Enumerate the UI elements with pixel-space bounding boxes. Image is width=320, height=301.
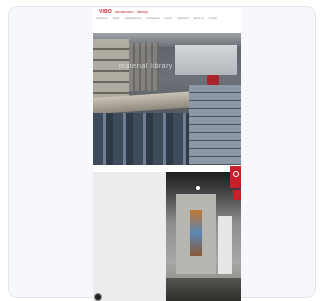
site-tagline: showroom · library (115, 9, 148, 14)
website-preview[interactable]: VIBO showroom · library showroom library… (93, 8, 241, 301)
photo-spotlight (196, 186, 200, 190)
side-tab-secondary[interactable] (233, 190, 241, 200)
hero-title: material library (119, 63, 173, 70)
site-nav: showroom library material library archit… (96, 17, 240, 21)
hero-image: material library (93, 33, 241, 165)
nav-item[interactable]: showroom (96, 17, 108, 21)
hero-drawers (189, 85, 241, 165)
gallery-photo (166, 172, 241, 301)
gallery-text-panel (93, 172, 166, 301)
share-tab[interactable] (230, 166, 241, 188)
site-header: VIBO showroom · library showroom library… (93, 8, 241, 33)
nav-item[interactable]: collections (177, 17, 189, 21)
nav-item[interactable]: material library (125, 17, 142, 21)
hero-window (175, 45, 237, 75)
nav-item[interactable]: events (165, 17, 173, 21)
nav-item[interactable]: architecture (146, 17, 160, 21)
photo-doorway (218, 216, 232, 274)
share-icon (233, 171, 239, 177)
chat-icon[interactable] (94, 293, 102, 301)
hero-chair (207, 75, 219, 85)
nav-item[interactable]: about us (194, 17, 204, 21)
nav-item[interactable]: library (113, 17, 120, 21)
hero-posts (93, 113, 189, 165)
site-logo[interactable]: VIBO (99, 9, 112, 15)
photo-artwork (190, 210, 202, 256)
nav-item[interactable]: contact (208, 17, 216, 21)
photo-floor (166, 278, 241, 301)
gallery-section (93, 165, 241, 301)
